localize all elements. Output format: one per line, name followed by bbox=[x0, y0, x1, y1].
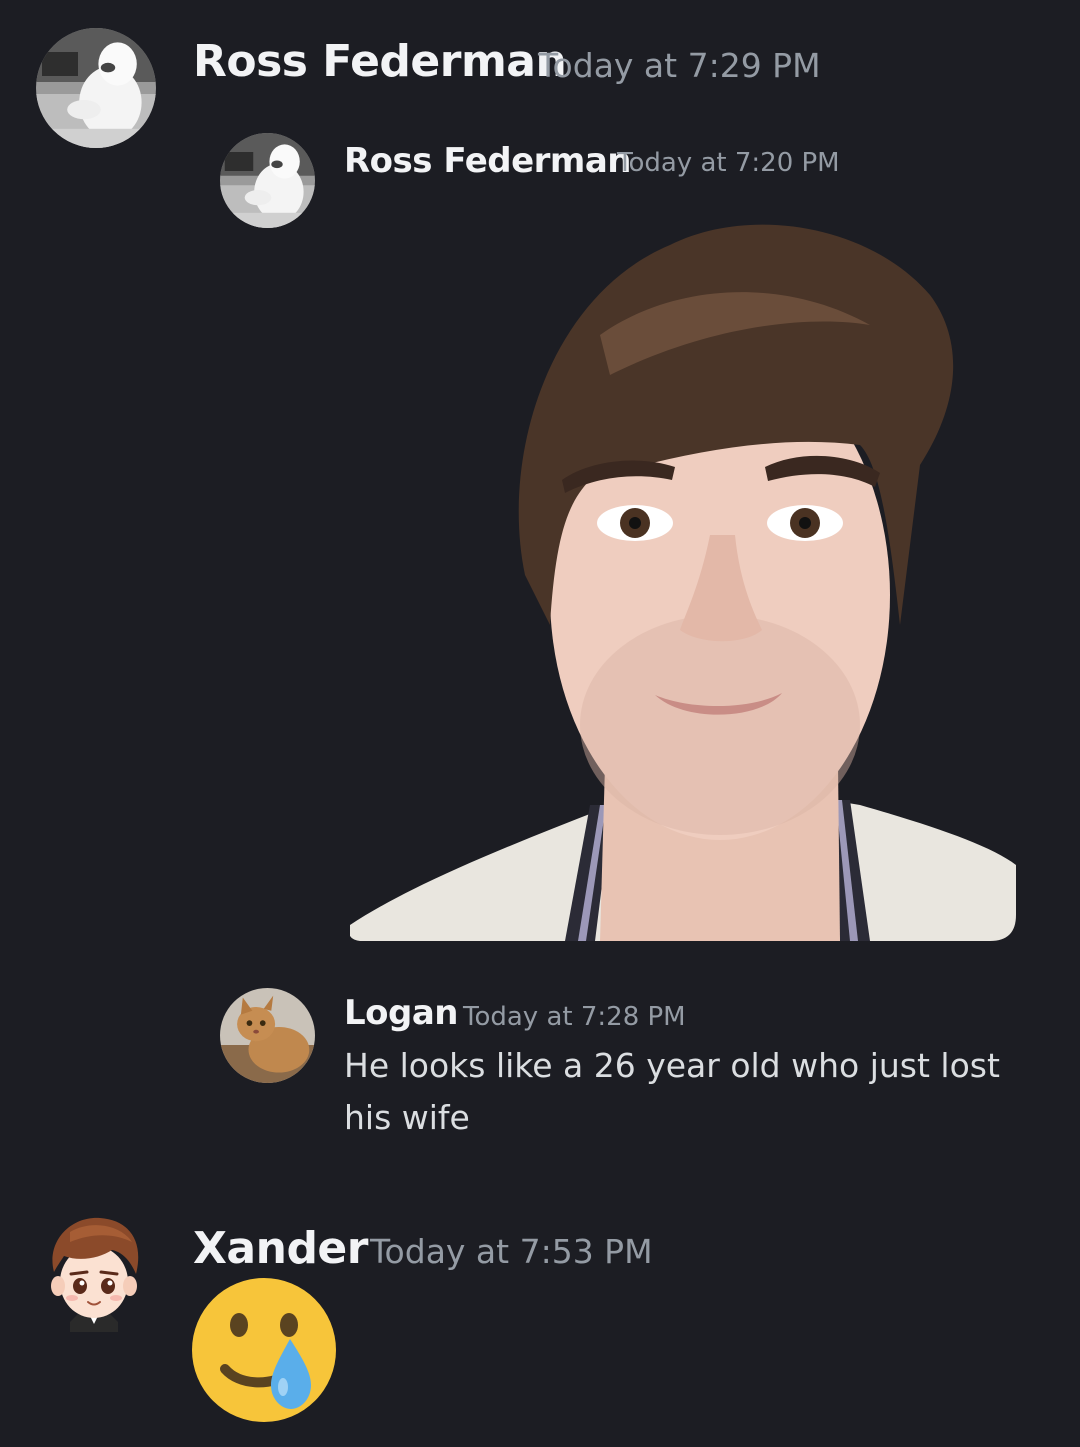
person-cutout-image bbox=[350, 224, 1016, 941]
timestamp: Today at 7:28 PM bbox=[463, 1002, 686, 1032]
cat-avatar-image bbox=[220, 988, 315, 1083]
message-text: He looks like a 26 year old who just los… bbox=[344, 1046, 1000, 1137]
emoji-graphic bbox=[192, 1278, 336, 1422]
ross-federman-avatar[interactable] bbox=[36, 28, 156, 148]
forwarded-ross-federman-avatar[interactable] bbox=[220, 133, 315, 228]
chat-log: Ross Federman Today at 7:29 PM Ross Fede… bbox=[0, 0, 1080, 1447]
timestamp: Today at 7:29 PM bbox=[538, 46, 821, 85]
xander-avatar[interactable] bbox=[40, 1212, 148, 1336]
smiling-face-with-tear-emoji-icon[interactable] bbox=[191, 1277, 337, 1423]
username[interactable]: Xander bbox=[193, 1223, 368, 1274]
cartoon-boy-avatar-image bbox=[51, 1217, 139, 1332]
username[interactable]: Ross Federman bbox=[193, 36, 567, 87]
gorilla-avatar-image bbox=[36, 28, 156, 148]
forwarded-timestamp: Today at 7:20 PM bbox=[617, 148, 840, 178]
selfie-photo-attachment[interactable] bbox=[350, 205, 1016, 941]
gorilla-avatar-image bbox=[220, 133, 315, 228]
timestamp: Today at 7:53 PM bbox=[370, 1232, 653, 1271]
username[interactable]: Logan bbox=[344, 993, 459, 1033]
logan-avatar[interactable] bbox=[220, 988, 315, 1083]
forwarded-username[interactable]: Ross Federman bbox=[344, 141, 632, 181]
